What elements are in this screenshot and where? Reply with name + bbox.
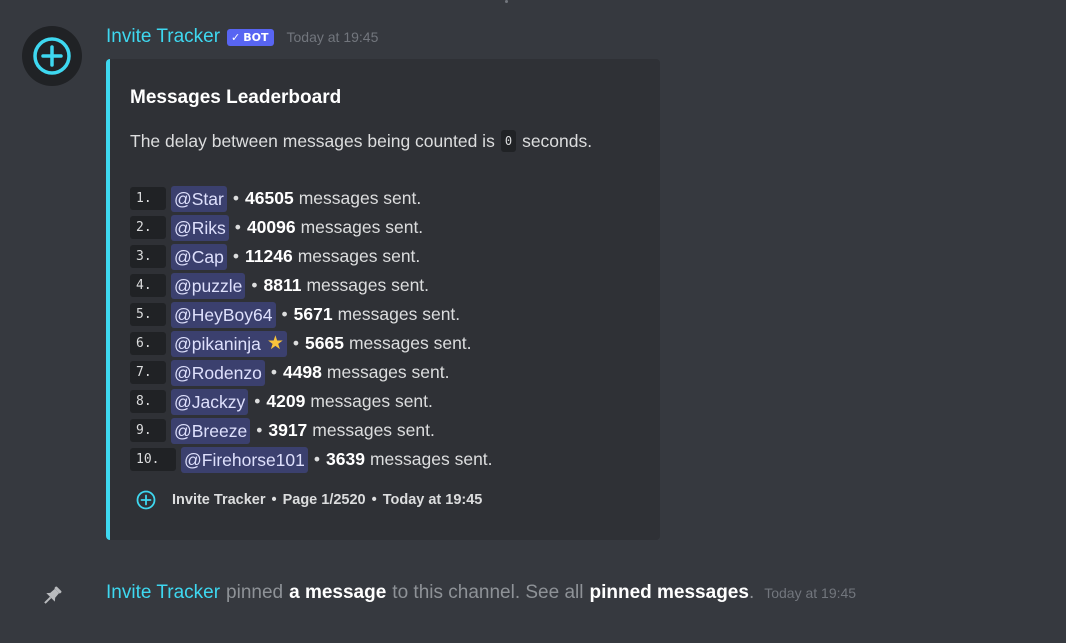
rank-code: 2. [130,216,166,239]
separator: • [254,391,261,411]
leaderboard-row: 7. @Rodenzo • 4498 messages sent. [130,358,493,387]
message-count: 4498 [282,362,322,382]
count-suffix: messages sent. [369,449,493,469]
chat-area: Invite Tracker ✓ BOT Today at 19:45 Mess… [0,0,1066,643]
count-suffix: messages sent. [306,275,430,295]
message-count: 11246 [245,246,293,266]
pin-notice: Invite Tracker pinned a message to this … [0,580,1066,610]
divider-dot [505,0,508,3]
leaderboard-row: 10. @Firehorse101 • 3639 messages sent. [130,445,493,474]
leaderboard-row: 4. @puzzle • 8811 messages sent. [130,271,493,300]
count-suffix: messages sent. [337,304,461,324]
leaderboard-row: 6. @pikaninja ★ • 5665 messages sent. [130,329,493,358]
count-suffix: messages sent. [348,333,472,353]
description-text-after: seconds. [522,130,593,151]
pin-timestamp[interactable]: Today at 19:45 [764,585,856,601]
footer-time: Today at 19:45 [382,492,483,508]
pin-verb: pinned [226,582,284,603]
plus-circle-icon [136,490,156,510]
separator: • [232,188,240,208]
separator: • [251,275,258,295]
user-mention[interactable]: @pikaninja ★ [171,330,287,357]
message-count: 4209 [266,391,306,411]
rank-code: 6. [130,332,166,355]
rank-code: 4. [130,274,166,297]
separator: • [281,304,288,324]
footer-name: Invite Tracker [172,492,266,508]
message-header: Invite Tracker ✓ BOT Today at 19:45 [106,26,378,48]
bot-tag-label: BOT [243,31,269,44]
user-mention[interactable]: @HeyBoy64 [171,301,276,328]
separator: • [256,420,263,440]
description-text-before: The delay between messages being counted… [130,130,495,151]
leaderboard-list: 1. @Star • 46505 messages sent. 2. @Riks… [130,184,493,474]
leaderboard-embed: Messages Leaderboard The delay between m… [106,59,660,540]
user-mention[interactable]: @Cap [171,243,227,270]
pinned-messages-link[interactable]: pinned messages [589,582,748,604]
separator: • [271,492,277,508]
count-suffix: messages sent. [300,217,424,237]
rank-code: 8. [130,390,166,413]
count-suffix: messages sent. [326,362,450,382]
rank-code: 10. [130,448,176,471]
message-count: 5671 [293,304,333,324]
user-mention[interactable]: @Rodenzo [171,359,265,386]
star-icon: ★ [266,332,284,354]
user-mention[interactable]: @Jackzy [171,388,249,415]
leaderboard-row: 3. @Cap • 11246 messages sent. [130,242,493,271]
rank-code: 1. [130,187,166,210]
count-suffix: messages sent. [310,391,433,411]
user-mention[interactable]: @Star [171,185,227,212]
leaderboard-row: 1. @Star • 46505 messages sent. [130,184,493,213]
separator: • [292,333,300,353]
message-count: 3917 [268,420,308,440]
count-suffix: messages sent. [312,420,435,440]
embed-title: Messages Leaderboard [130,87,342,108]
pinned-message-link[interactable]: a message [289,582,386,604]
pin-author-name[interactable]: Invite Tracker [106,582,220,604]
delay-value-code: 0 [500,130,517,152]
leaderboard-row: 5. @HeyBoy64 • 5671 messages sent. [130,300,493,329]
embed-description: The delay between messages being counted… [130,130,592,152]
rank-code: 7. [130,361,166,384]
footer-page: Page 1/2520 [282,492,366,508]
message-count: 40096 [246,217,296,237]
message-timestamp[interactable]: Today at 19:45 [287,29,379,45]
user-mention-label: @pikaninja [174,333,261,354]
count-suffix: messages sent. [298,188,422,208]
rank-code: 5. [130,303,166,326]
leaderboard-row: 8. @Jackzy • 4209 messages sent. [130,387,493,416]
separator: • [371,492,377,508]
leaderboard-row: 9. @Breeze • 3917 messages sent. [130,416,493,445]
user-mention[interactable]: @Riks [171,214,229,241]
message-count: 8811 [263,275,302,295]
user-mention[interactable]: @Breeze [171,417,251,444]
pin-icon [44,586,62,604]
separator: • [232,246,240,266]
bot-tag: ✓ BOT [227,28,274,46]
plus-circle-icon [33,37,71,75]
pin-channel-text: to this channel. See all [392,582,584,603]
avatar[interactable] [22,26,82,86]
message-count: 46505 [245,188,294,208]
user-mention[interactable]: @puzzle [171,272,246,299]
rank-code: 3. [130,245,166,268]
separator: • [313,449,321,469]
embed-footer: Invite Tracker • Page 1/2520 • Today at … [134,488,482,512]
separator: • [270,362,277,382]
author-name[interactable]: Invite Tracker [106,26,220,48]
pin-period: . [748,582,755,603]
separator: • [234,217,241,237]
count-suffix: messages sent. [297,246,421,266]
user-mention[interactable]: @Firehorse101 [181,446,308,473]
check-icon: ✓ [231,31,241,44]
leaderboard-row: 2. @Riks • 40096 messages sent. [130,213,493,242]
rank-code: 9. [130,419,166,442]
message-count: 5665 [305,333,344,353]
message-count: 3639 [326,449,365,469]
pin-notice-text: Invite Tracker pinned a message to this … [106,582,856,604]
